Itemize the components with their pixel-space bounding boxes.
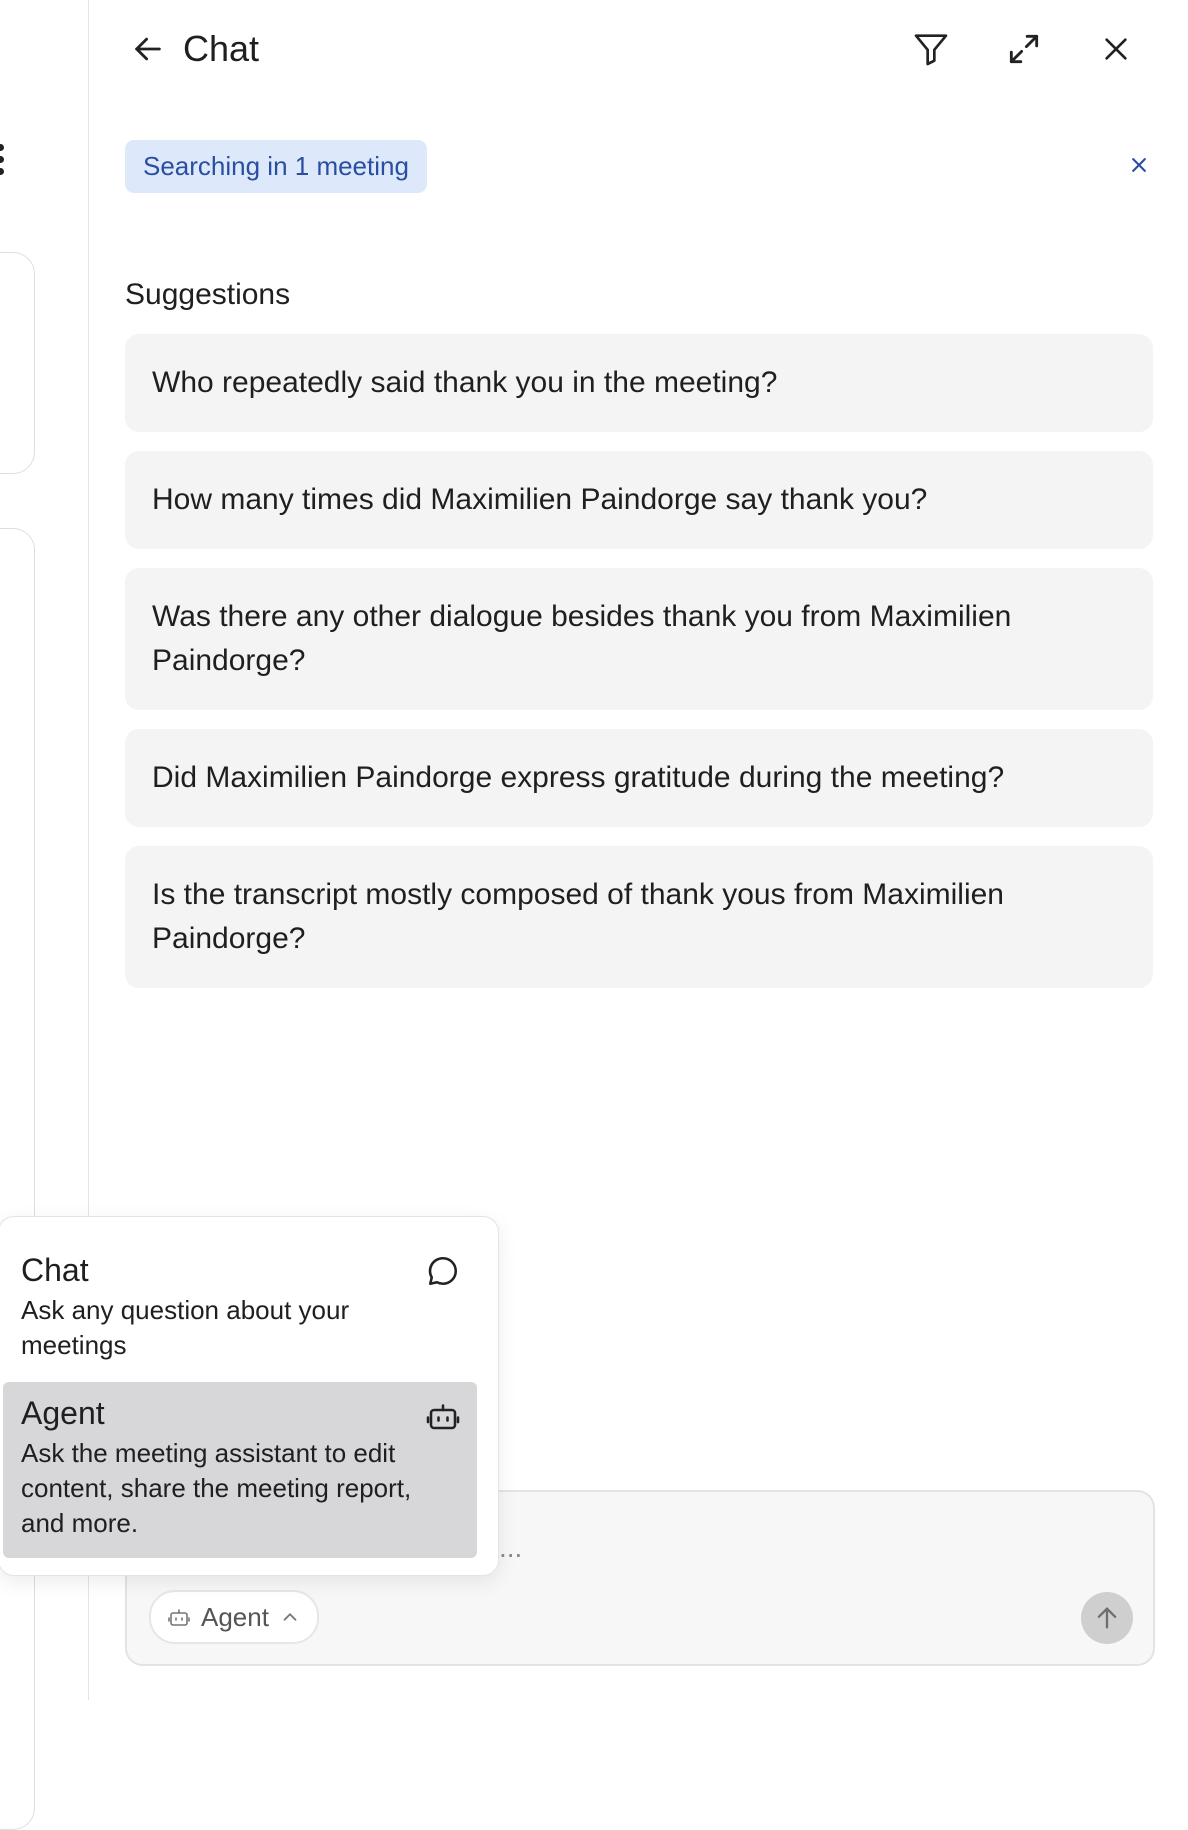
robot-icon	[168, 1609, 190, 1626]
more-vertical-icon[interactable]	[0, 144, 5, 180]
robot-icon	[423, 1396, 463, 1436]
suggestion-item[interactable]: Who repeatedly said thank you in the mee…	[125, 334, 1153, 432]
suggestions-heading: Suggestions	[125, 278, 291, 311]
chat-header: Chat	[89, 0, 1188, 100]
suggestion-item[interactable]: Was there any other dialogue besides tha…	[125, 568, 1153, 710]
suggestion-item[interactable]: How many times did Maximilien Paindorge …	[125, 451, 1153, 549]
suggestion-item[interactable]: Is the transcript mostly composed of tha…	[125, 846, 1153, 988]
expand-button[interactable]	[1001, 26, 1047, 72]
mode-option-agent[interactable]: Agent Ask the meeting assistant to edit …	[3, 1382, 477, 1558]
mode-selector-label: Agent	[201, 1601, 269, 1632]
clear-scope-button[interactable]	[1124, 150, 1154, 180]
mode-option-description: Ask any question about your meetings	[21, 1295, 350, 1360]
suggestion-item[interactable]: Did Maximilien Paindorge express gratitu…	[125, 729, 1153, 827]
background-card	[0, 252, 35, 474]
mode-menu: Chat Ask any question about your meeting…	[0, 1216, 499, 1576]
search-scope-chip[interactable]: Searching in 1 meeting	[125, 140, 427, 193]
filter-button[interactable]	[908, 26, 954, 72]
arrow-left-icon	[135, 37, 161, 61]
chevron-up-icon	[283, 1613, 297, 1621]
close-button[interactable]	[1093, 26, 1139, 72]
filter-icon	[914, 34, 948, 66]
chat-bubble-icon	[423, 1251, 463, 1291]
close-icon	[1132, 158, 1146, 172]
mode-option-chat[interactable]: Chat Ask any question about your meeting…	[3, 1237, 477, 1377]
suggestions-list: Who repeatedly said thank you in the mee…	[125, 334, 1153, 1007]
composer-placeholder: ...	[499, 1532, 523, 1563]
mode-option-title: Agent	[21, 1395, 105, 1431]
mode-option-description: Ask the meeting assistant to edit conten…	[21, 1438, 412, 1538]
arrow-up-icon	[1097, 1607, 1117, 1629]
mode-selector-button[interactable]: Agent	[149, 1590, 319, 1644]
back-button[interactable]	[125, 26, 171, 72]
mode-option-title: Chat	[21, 1252, 89, 1288]
close-icon	[1105, 38, 1127, 60]
send-button[interactable]	[1081, 1592, 1133, 1644]
background-card	[0, 528, 35, 1830]
page-title: Chat	[183, 28, 260, 69]
expand-icon	[1009, 34, 1039, 64]
